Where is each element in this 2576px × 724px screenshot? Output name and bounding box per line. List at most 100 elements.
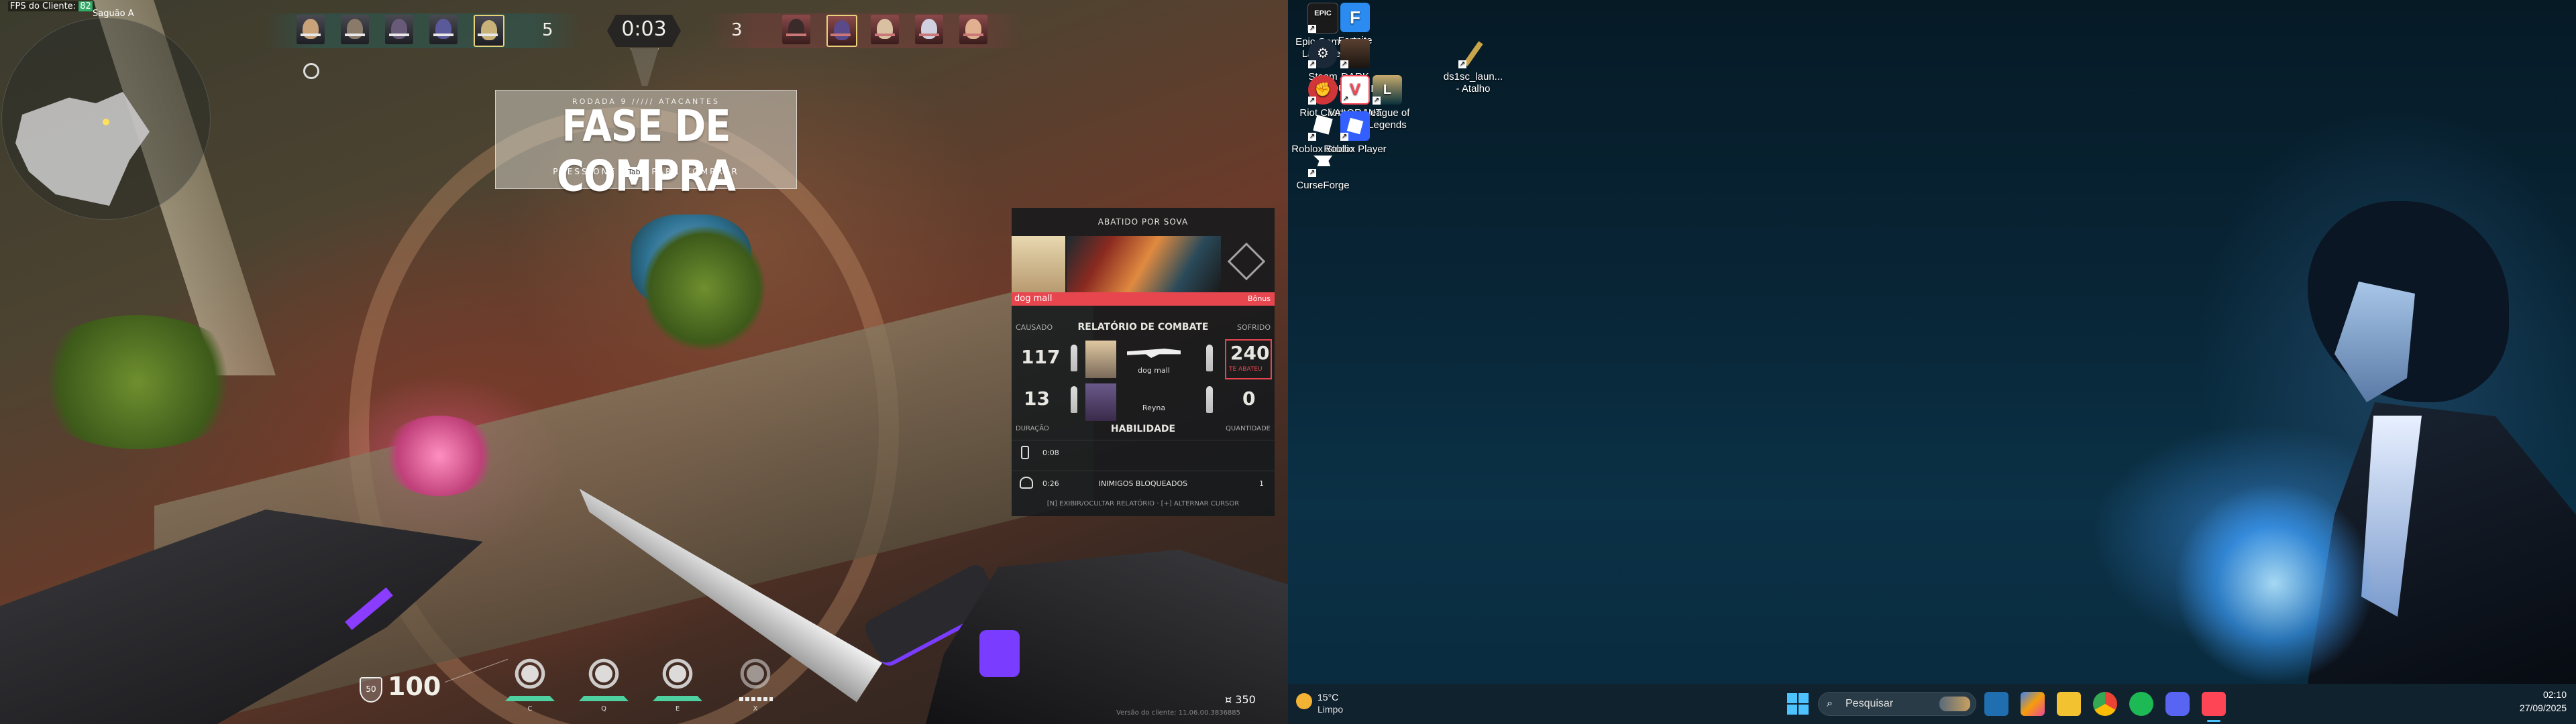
ability-charge-bar [579,696,629,701]
ability-name-2: INIMIGOS BLOQUEADOS [1098,479,1188,488]
credits-value: 350 [1235,693,1256,706]
icon-label: ds1sc_laun... - Atalho [1443,71,1503,95]
enemy-agent-portrait [959,15,987,44]
kill-card-art [1067,236,1221,292]
report-footer: [N] EXIBIR/OCULTAR RELATÓRIO · [+] ALTER… [1046,500,1240,507]
enemy-score: 3 [731,20,743,40]
valorant-taskbar-icon[interactable] [2202,692,2226,716]
weapon-icon [1227,242,1266,281]
ability-charge-bar [505,696,555,701]
enemy-ult-bar [963,34,983,36]
killer-name-strip: dog mall Bônus [1012,292,1275,306]
trapwire-ability-icon[interactable] [510,654,550,694]
ally-agent-portrait [474,15,504,47]
hit-silhouette-icon [1206,386,1213,413]
enemy-agent-portrait [915,15,943,44]
ally-agent-portrait [385,15,413,44]
damage-dealt-2: 13 [1024,387,1050,410]
phase-title: FASE DE COMPRA [557,101,736,202]
ally-agent-portrait [341,15,369,44]
taskbar-search[interactable]: ⌕ Pesquisar [1818,692,1976,716]
discord-icon[interactable] [2165,692,2190,716]
opponent-name: dog mall [1138,366,1170,375]
shield-value: 50 [366,684,376,694]
fps-value: 82 [78,1,93,11]
ally-ult-bar [433,34,453,36]
ability-key-x: X [753,705,758,713]
buy-phase-banner: RODADA 9 ///// ATACANTES FASE DE COMPRA … [495,90,797,202]
ally-ult-bar [389,34,409,36]
minimap: Saguão A [1,9,211,220]
game-window[interactable]: FPS do Cliente: 82 Saguão A 5 0:03 3 ROD… [0,0,1288,724]
buy-prompt: PRESSIONE Tab PARA COMPRAR [496,167,796,177]
enemy-ult-bar [830,34,851,36]
opponent-portrait [1085,341,1116,378]
timer-connector [631,48,659,86]
killfeed-header: ABATIDO POR SOVA [1097,217,1189,227]
task-view-icon[interactable] [1984,692,2008,716]
opponent-portrait [1085,383,1116,421]
search-placeholder: Pesquisar [1845,698,1894,709]
ally-agent-portrait [297,15,325,44]
ability-row-2: 0:26 INIMIGOS BLOQUEADOS 1 [1012,471,1275,495]
desktop-icon-ds1sc-launcher[interactable]: ↗ ds1sc_laun... - Atalho [1441,39,1505,95]
shortcut-icon: ↗ [1458,39,1488,68]
minimap-layout [15,92,150,206]
round-timer: 0:03 [621,17,667,41]
press-prefix: PRESSIONE [553,167,617,176]
clock-date[interactable]: 27/09/2025 [2520,703,2567,713]
start-logo-tile [1799,705,1809,715]
ability-time-1: 0:08 [1042,448,1059,457]
health-value: 100 [388,672,441,701]
killed-you-tag: TE ABATEU [1229,366,1263,373]
fps-label: FPS do Cliente: [10,1,76,11]
quantity-label: QUANTIDADE [1226,425,1271,432]
start-button[interactable] [1787,693,1809,715]
enemy-agent-portrait [782,15,810,44]
combat-report-panel: ABATIDO POR SOVA dog mall Bônus CAUSADO … [1012,208,1275,516]
ability-row-1: 0:08 [1012,440,1275,465]
clock-time[interactable]: 02:10 [2543,689,2567,700]
fps-counter: FPS do Cliente: 82 [8,1,95,11]
hit-silhouette-icon [1206,345,1213,371]
ally-ult-bar [345,34,365,36]
tab-key-hint: Tab [625,167,643,177]
spycam-ability-icon[interactable] [657,654,698,694]
icon-label: CurseForge [1296,180,1350,191]
cyber-cage-ability-icon[interactable] [584,654,624,694]
ally-agent-portrait [429,15,458,44]
active-app-indicator [2207,720,2220,722]
taskbar: 15°C Limpo ⌕ Pesquisar 02:10 27/09/2025 [1288,684,2576,724]
spotify-icon[interactable] [2129,692,2153,716]
ability-key-e: E [675,705,680,713]
chrome-icon[interactable] [2093,692,2117,716]
enemy-ult-bar [875,34,895,36]
roblox-player-shape [1346,117,1364,135]
desktop-icon-curseforge[interactable]: ↗ CurseForge [1291,147,1355,192]
enemy-agent-portrait [871,15,899,44]
player-marker [103,119,109,125]
ability-key-c: C [527,705,533,713]
weather-widget[interactable]: 15°C Limpo [1296,689,1377,719]
file-explorer-icon[interactable] [2057,692,2081,716]
spike-carrier-icon [303,63,319,79]
ability-key-q: Q [601,705,606,713]
killer-portrait [1012,236,1065,292]
fortnite-icon: F [1340,3,1370,32]
plant [644,221,765,355]
ability-qty-2: 1 [1259,479,1264,488]
windows-desktop[interactable]: EPIC↗ Epic Games Launcher F Fortnite ⚙↗ … [1288,0,2576,724]
copilot-icon[interactable] [2021,692,2045,716]
search-icon: ⌕ [1827,697,1833,709]
ultimate-ability-icon[interactable] [735,654,775,694]
damage-received-box: 240 TE ABATEU [1225,339,1272,379]
opponent-name: Reyna [1142,404,1166,412]
start-logo-tile [1787,693,1797,703]
dark-souls-icon: ↗ [1340,39,1370,68]
rifle-icon [1127,349,1181,358]
hit-silhouette-icon [1071,345,1077,371]
temperature: 15°C [1318,692,1339,703]
enemy-agent-portrait [826,15,857,47]
report-title: RELATÓRIO DE COMBATE [1077,322,1209,333]
hit-silhouette-icon [1071,386,1077,413]
